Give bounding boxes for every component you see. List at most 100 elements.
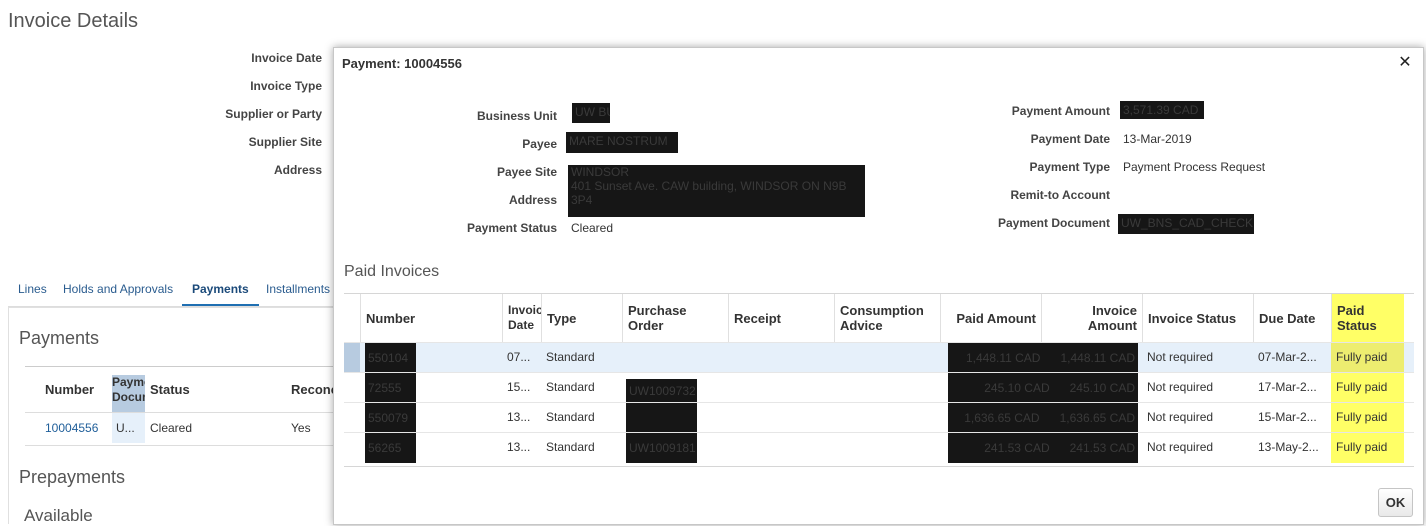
col-invoice-date[interactable]: Invoice Date bbox=[502, 294, 541, 342]
available-heading: Available bbox=[24, 506, 93, 525]
paid-amount: 241.53 CAD bbox=[984, 441, 1050, 455]
payment-document-cell: U... bbox=[112, 413, 145, 443]
paid-amount: 1,448.11 CAD bbox=[965, 351, 1041, 365]
tab-lines[interactable]: Lines bbox=[8, 278, 57, 304]
invoice-type: Standard bbox=[546, 440, 595, 454]
due-date: 07-Mar-2... bbox=[1258, 350, 1317, 364]
payments-heading: Payments bbox=[19, 328, 100, 348]
amounts-redacted: 245.10 CAD 245.10 CAD bbox=[948, 373, 1138, 403]
col-consumption-advice[interactable]: Consumption Advice bbox=[834, 294, 940, 342]
col-invoice-status[interactable]: Invoice Status bbox=[1142, 294, 1253, 342]
invoice-number[interactable]: 550104 bbox=[365, 343, 416, 373]
row-selector[interactable] bbox=[344, 343, 360, 373]
paid-invoices-heading: Paid Invoices bbox=[344, 263, 440, 280]
payment-dialog: Payment: 10004556 ✕ Business Unit UW BU … bbox=[333, 47, 1424, 525]
remit-to-account-label: Remit-to Account bbox=[1010, 188, 1110, 202]
invoice-amount: 1,636.65 CAD bbox=[1059, 411, 1135, 425]
payment-amount-value: 3,571.39 CAD bbox=[1120, 101, 1204, 119]
payee-site-value: WINDSOR bbox=[571, 165, 629, 179]
address-label: Address bbox=[273, 163, 322, 177]
payment-date-value: 13-Mar-2019 bbox=[1123, 132, 1192, 146]
payments-table: Number Payment Document Status Reconc 10… bbox=[25, 366, 345, 446]
invoice-status: Not required bbox=[1147, 410, 1214, 424]
col-payment-document[interactable]: Payment Document bbox=[112, 375, 145, 413]
dialog-title: Payment: 10004556 bbox=[342, 56, 462, 71]
paid-amount: 245.10 CAD bbox=[984, 381, 1050, 395]
table-row[interactable]: 550079 13... Standard 1,636.65 CAD 1,636… bbox=[344, 402, 1414, 433]
paid-status: Fully paid bbox=[1331, 343, 1404, 373]
invoice-date: 15... bbox=[507, 380, 531, 394]
table-divider bbox=[25, 412, 345, 413]
table-row[interactable]: 72555 15... Standard UW1009732 245.10 CA… bbox=[344, 372, 1414, 403]
paid-status: Fully paid bbox=[1331, 403, 1404, 433]
col-due-date[interactable]: Due Date bbox=[1253, 294, 1331, 342]
supplier-label: Supplier or Party bbox=[225, 107, 322, 121]
address-value: 401 Sunset Ave. CAW building, WINDSOR ON… bbox=[571, 179, 847, 207]
invoice-status: Not required bbox=[1147, 440, 1214, 454]
invoice-type: Standard bbox=[546, 410, 595, 424]
invoice-number[interactable]: 550079 bbox=[365, 403, 416, 433]
table-row[interactable]: 550104 07... Standard 1,448.11 CAD 1,448… bbox=[344, 342, 1414, 373]
amounts-redacted: 1,448.11 CAD 1,448.11 CAD bbox=[948, 343, 1138, 373]
reconciled-cell: Yes bbox=[291, 421, 311, 435]
page-title: Invoice Details bbox=[8, 10, 139, 32]
payee-value: MARE NOSTRUM bbox=[566, 132, 678, 153]
payment-number-link[interactable]: 10004556 bbox=[45, 413, 98, 443]
col-reconciled[interactable]: Reconc bbox=[291, 367, 338, 413]
col-number[interactable]: Number bbox=[45, 367, 94, 413]
payment-document-label: Payment Document bbox=[997, 216, 1110, 230]
due-date: 15-Mar-2... bbox=[1258, 410, 1317, 424]
col-status[interactable]: Status bbox=[150, 367, 190, 413]
payment-status-label: Payment Status bbox=[466, 221, 557, 235]
tab-holds-approvals[interactable]: Holds and Approvals bbox=[53, 278, 183, 304]
ok-button[interactable]: OK bbox=[1378, 488, 1413, 517]
payee-label: Payee bbox=[522, 137, 557, 151]
close-icon[interactable]: ✕ bbox=[1396, 54, 1414, 72]
purchase-order[interactable]: UW1009732 bbox=[626, 379, 697, 403]
payment-date-label: Payment Date bbox=[1030, 132, 1110, 146]
tab-installments[interactable]: Installments bbox=[256, 278, 340, 304]
payment-type-value: Payment Process Request bbox=[1123, 160, 1266, 174]
business-unit-value: UW BU bbox=[572, 103, 610, 123]
purchase-order bbox=[626, 403, 697, 433]
invoice-amount: 241.53 CAD bbox=[1069, 441, 1135, 455]
payment-status-cell: Cleared bbox=[150, 421, 193, 435]
payment-amount-label: Payment Amount bbox=[1011, 104, 1110, 118]
prepayments-heading: Prepayments bbox=[19, 467, 126, 487]
due-date: 13-May-2... bbox=[1258, 440, 1319, 454]
supplier-site-label: Supplier Site bbox=[248, 135, 322, 149]
invoice-number[interactable]: 72555 bbox=[365, 373, 416, 403]
paid-status: Fully paid bbox=[1331, 373, 1404, 403]
invoice-date: 13... bbox=[507, 440, 531, 454]
col-receipt[interactable]: Receipt bbox=[728, 294, 834, 342]
invoice-status: Not required bbox=[1147, 380, 1214, 394]
col-number[interactable]: Number bbox=[360, 294, 502, 342]
payee-site-address-redacted: WINDSOR 401 Sunset Ave. CAW building, WI… bbox=[568, 165, 865, 217]
payment-status-value: Cleared bbox=[571, 221, 614, 235]
purchase-order[interactable]: UW1009181 bbox=[626, 433, 697, 463]
invoice-type: Standard bbox=[546, 350, 595, 364]
payment-type-label: Payment Type bbox=[1029, 160, 1110, 174]
due-date: 17-Mar-2... bbox=[1258, 380, 1317, 394]
invoice-type: Standard bbox=[546, 380, 595, 394]
tab-payments[interactable]: Payments bbox=[182, 278, 259, 307]
amounts-redacted: 1,636.65 CAD 1,636.65 CAD bbox=[948, 403, 1138, 433]
col-purchase-order[interactable]: Purchase Order bbox=[622, 294, 728, 342]
address-label: Address bbox=[508, 193, 557, 207]
business-unit-label: Business Unit bbox=[476, 109, 557, 123]
payment-document-value: UW_BNS_CAD_CHECK bbox=[1118, 214, 1254, 234]
amounts-redacted: 241.53 CAD 241.53 CAD bbox=[948, 433, 1138, 463]
paid-amount: 1,636.65 CAD bbox=[964, 411, 1040, 425]
col-paid-status[interactable]: Paid Status bbox=[1331, 294, 1404, 342]
table-row[interactable]: 56265 13... Standard UW1009181 241.53 CA… bbox=[344, 432, 1414, 463]
invoice-amount: 245.10 CAD bbox=[1069, 381, 1135, 395]
paid-invoices-table: Number Invoice Date Type Purchase Order … bbox=[344, 293, 1414, 467]
invoice-date: 07... bbox=[507, 350, 531, 364]
invoice-number[interactable]: 56265 bbox=[365, 433, 416, 463]
col-invoice-amount[interactable]: Invoice Amount bbox=[1041, 294, 1142, 342]
col-paid-amount[interactable]: Paid Amount bbox=[940, 294, 1041, 342]
invoice-amount: 1,448.11 CAD bbox=[1060, 351, 1136, 365]
col-type[interactable]: Type bbox=[541, 294, 622, 342]
paid-status: Fully paid bbox=[1331, 433, 1404, 463]
invoice-type-label: Invoice Type bbox=[250, 79, 322, 93]
